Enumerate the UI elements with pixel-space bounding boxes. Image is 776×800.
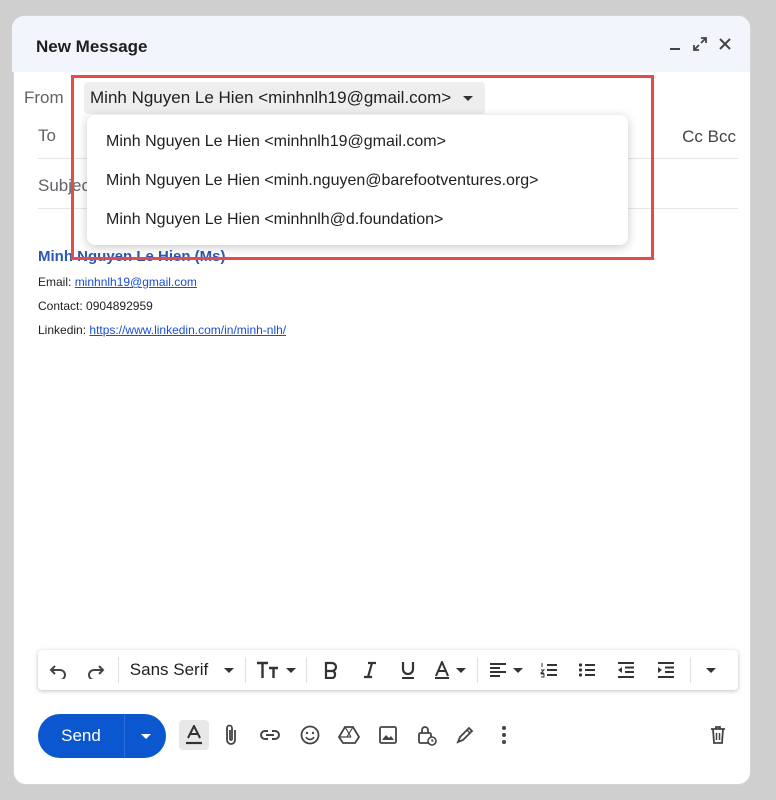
drive-icon[interactable] bbox=[337, 723, 361, 747]
signature-contact-value: 0904892959 bbox=[86, 299, 153, 313]
insert-photo-icon[interactable] bbox=[376, 723, 400, 747]
signature-email-link[interactable]: minhnlh19@gmail.com bbox=[75, 275, 197, 289]
signature-contact-line: Contact: 0904892959 bbox=[38, 299, 153, 313]
fullscreen-icon[interactable] bbox=[690, 34, 710, 54]
formatting-options-icon[interactable] bbox=[179, 720, 209, 750]
signature-linkedin-label: Linkedin: bbox=[38, 323, 87, 337]
signature-name: Minh Nguyen Le Hien (Ms) bbox=[38, 248, 226, 265]
link-icon[interactable] bbox=[258, 723, 282, 747]
more-options-icon[interactable] bbox=[492, 723, 516, 747]
signature-email-line: Email: minhnlh19@gmail.com bbox=[38, 275, 197, 289]
to-label: To bbox=[38, 126, 56, 145]
chevron-down-icon bbox=[224, 667, 235, 673]
chevron-down-icon bbox=[513, 667, 523, 673]
italic-icon[interactable] bbox=[351, 650, 389, 690]
indent-more-icon[interactable] bbox=[646, 650, 686, 690]
text-color-button[interactable] bbox=[427, 650, 473, 690]
font-select[interactable]: Sans Serif bbox=[123, 650, 241, 690]
from-label: From bbox=[24, 88, 64, 107]
chevron-down-icon bbox=[463, 95, 474, 101]
signature-linkedin-line: Linkedin: https://www.linkedin.com/in/mi… bbox=[38, 323, 286, 337]
bold-icon[interactable] bbox=[311, 650, 351, 690]
from-option[interactable]: Minh Nguyen Le Hien <minhnlh@d.foundatio… bbox=[87, 200, 628, 239]
toolbar-divider bbox=[690, 657, 691, 683]
delete-icon[interactable] bbox=[706, 723, 730, 747]
signature-pen-icon[interactable] bbox=[453, 723, 477, 747]
text-size-button[interactable] bbox=[250, 650, 302, 690]
from-select[interactable]: Minh Nguyen Le Hien <minhnlh19@gmail.com… bbox=[84, 82, 486, 114]
confidential-mode-icon[interactable] bbox=[415, 723, 439, 747]
from-option[interactable]: Minh Nguyen Le Hien <minh.nguyen@barefoo… bbox=[87, 161, 628, 200]
redo-icon[interactable] bbox=[78, 650, 114, 690]
underline-icon[interactable] bbox=[389, 650, 427, 690]
chevron-down-icon bbox=[456, 667, 466, 673]
from-dropdown-menu: Minh Nguyen Le Hien <minhnlh19@gmail.com… bbox=[87, 115, 628, 245]
undo-icon[interactable] bbox=[38, 650, 78, 690]
signature-linkedin-link[interactable]: https://www.linkedin.com/in/minh-nlh/ bbox=[89, 323, 286, 337]
toolbar-divider bbox=[245, 657, 246, 683]
minimize-icon[interactable] bbox=[665, 34, 685, 54]
send-button[interactable]: Send bbox=[38, 714, 166, 758]
bulleted-list-icon[interactable] bbox=[568, 650, 606, 690]
toolbar-divider bbox=[477, 657, 478, 683]
send-label: Send bbox=[61, 726, 101, 745]
attach-icon[interactable] bbox=[219, 723, 243, 747]
emoji-icon[interactable] bbox=[298, 723, 322, 747]
toolbar-divider bbox=[118, 657, 119, 683]
numbered-list-icon[interactable] bbox=[530, 650, 568, 690]
chevron-down-icon bbox=[286, 667, 296, 673]
from-selected-value: Minh Nguyen Le Hien <minhnlh19@gmail.com… bbox=[90, 88, 452, 107]
from-option[interactable]: Minh Nguyen Le Hien <minhnlh19@gmail.com… bbox=[87, 122, 628, 161]
compose-title-bar: New Message bbox=[12, 16, 750, 72]
align-button[interactable] bbox=[482, 650, 530, 690]
font-select-value: Sans Serif bbox=[129, 660, 209, 679]
close-icon[interactable] bbox=[715, 34, 735, 54]
cc-bcc-link[interactable]: Cc Bcc bbox=[682, 127, 736, 147]
indent-less-icon[interactable] bbox=[606, 650, 646, 690]
toolbar-divider bbox=[306, 657, 307, 683]
formatting-toolbar: Sans Serif bbox=[38, 650, 738, 690]
more-formatting-icon[interactable] bbox=[695, 650, 727, 690]
send-options-icon[interactable] bbox=[125, 733, 166, 739]
signature-email-label: Email: bbox=[38, 275, 72, 289]
window-title: New Message bbox=[36, 37, 148, 56]
signature-contact-label: Contact: bbox=[38, 299, 83, 313]
